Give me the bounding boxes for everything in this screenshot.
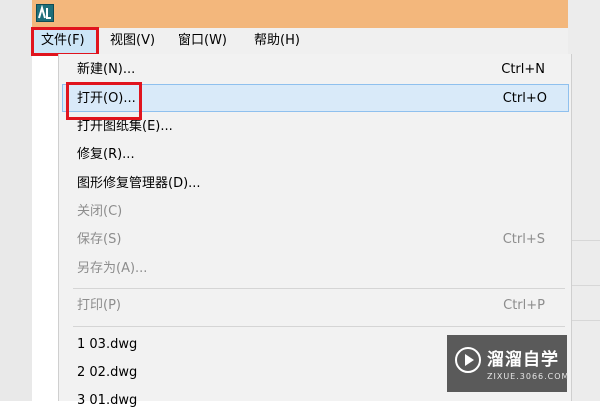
menu-bar: 文件(F) 视图(V) 窗口(W) 帮助(H) <box>32 28 568 55</box>
menu-item-new[interactable]: 新建(N)... Ctrl+N <box>59 56 569 84</box>
menu-separator <box>73 288 565 289</box>
menu-item-save-as[interactable]: 另存为(A)... <box>59 255 569 283</box>
menu-item-drawing-recovery-manager[interactable]: 图形修复管理器(D)... <box>59 170 569 198</box>
background-left <box>0 0 32 401</box>
menu-window-label: 窗口(W) <box>178 33 227 48</box>
menu-item-recover[interactable]: 修复(R)... <box>59 141 569 169</box>
title-bar <box>32 0 568 28</box>
menu-separator <box>73 326 565 327</box>
menu-help[interactable]: 帮助(H) <box>254 28 300 54</box>
menu-item-save[interactable]: 保存(S) Ctrl+S <box>59 226 569 254</box>
menu-item-close[interactable]: 关闭(C) <box>59 198 569 226</box>
menu-help-label: 帮助(H) <box>254 33 300 48</box>
highlight-file-menu <box>31 27 99 56</box>
menu-view-label: 视图(V) <box>110 33 156 48</box>
watermark-site: ZIXUE.3066.COM <box>487 372 570 381</box>
highlight-open-item <box>66 82 142 120</box>
background-right <box>568 0 600 401</box>
watermark: 溜溜自学 ZIXUE.3066.COM <box>447 335 570 392</box>
app-logo-icon[interactable] <box>36 4 54 22</box>
menu-view[interactable]: 视图(V) <box>110 28 155 54</box>
menu-window[interactable]: 窗口(W) <box>178 28 227 54</box>
menu-item-print[interactable]: 打印(P) Ctrl+P <box>59 292 569 320</box>
watermark-brand: 溜溜自学 <box>487 350 559 370</box>
play-icon <box>455 347 481 373</box>
